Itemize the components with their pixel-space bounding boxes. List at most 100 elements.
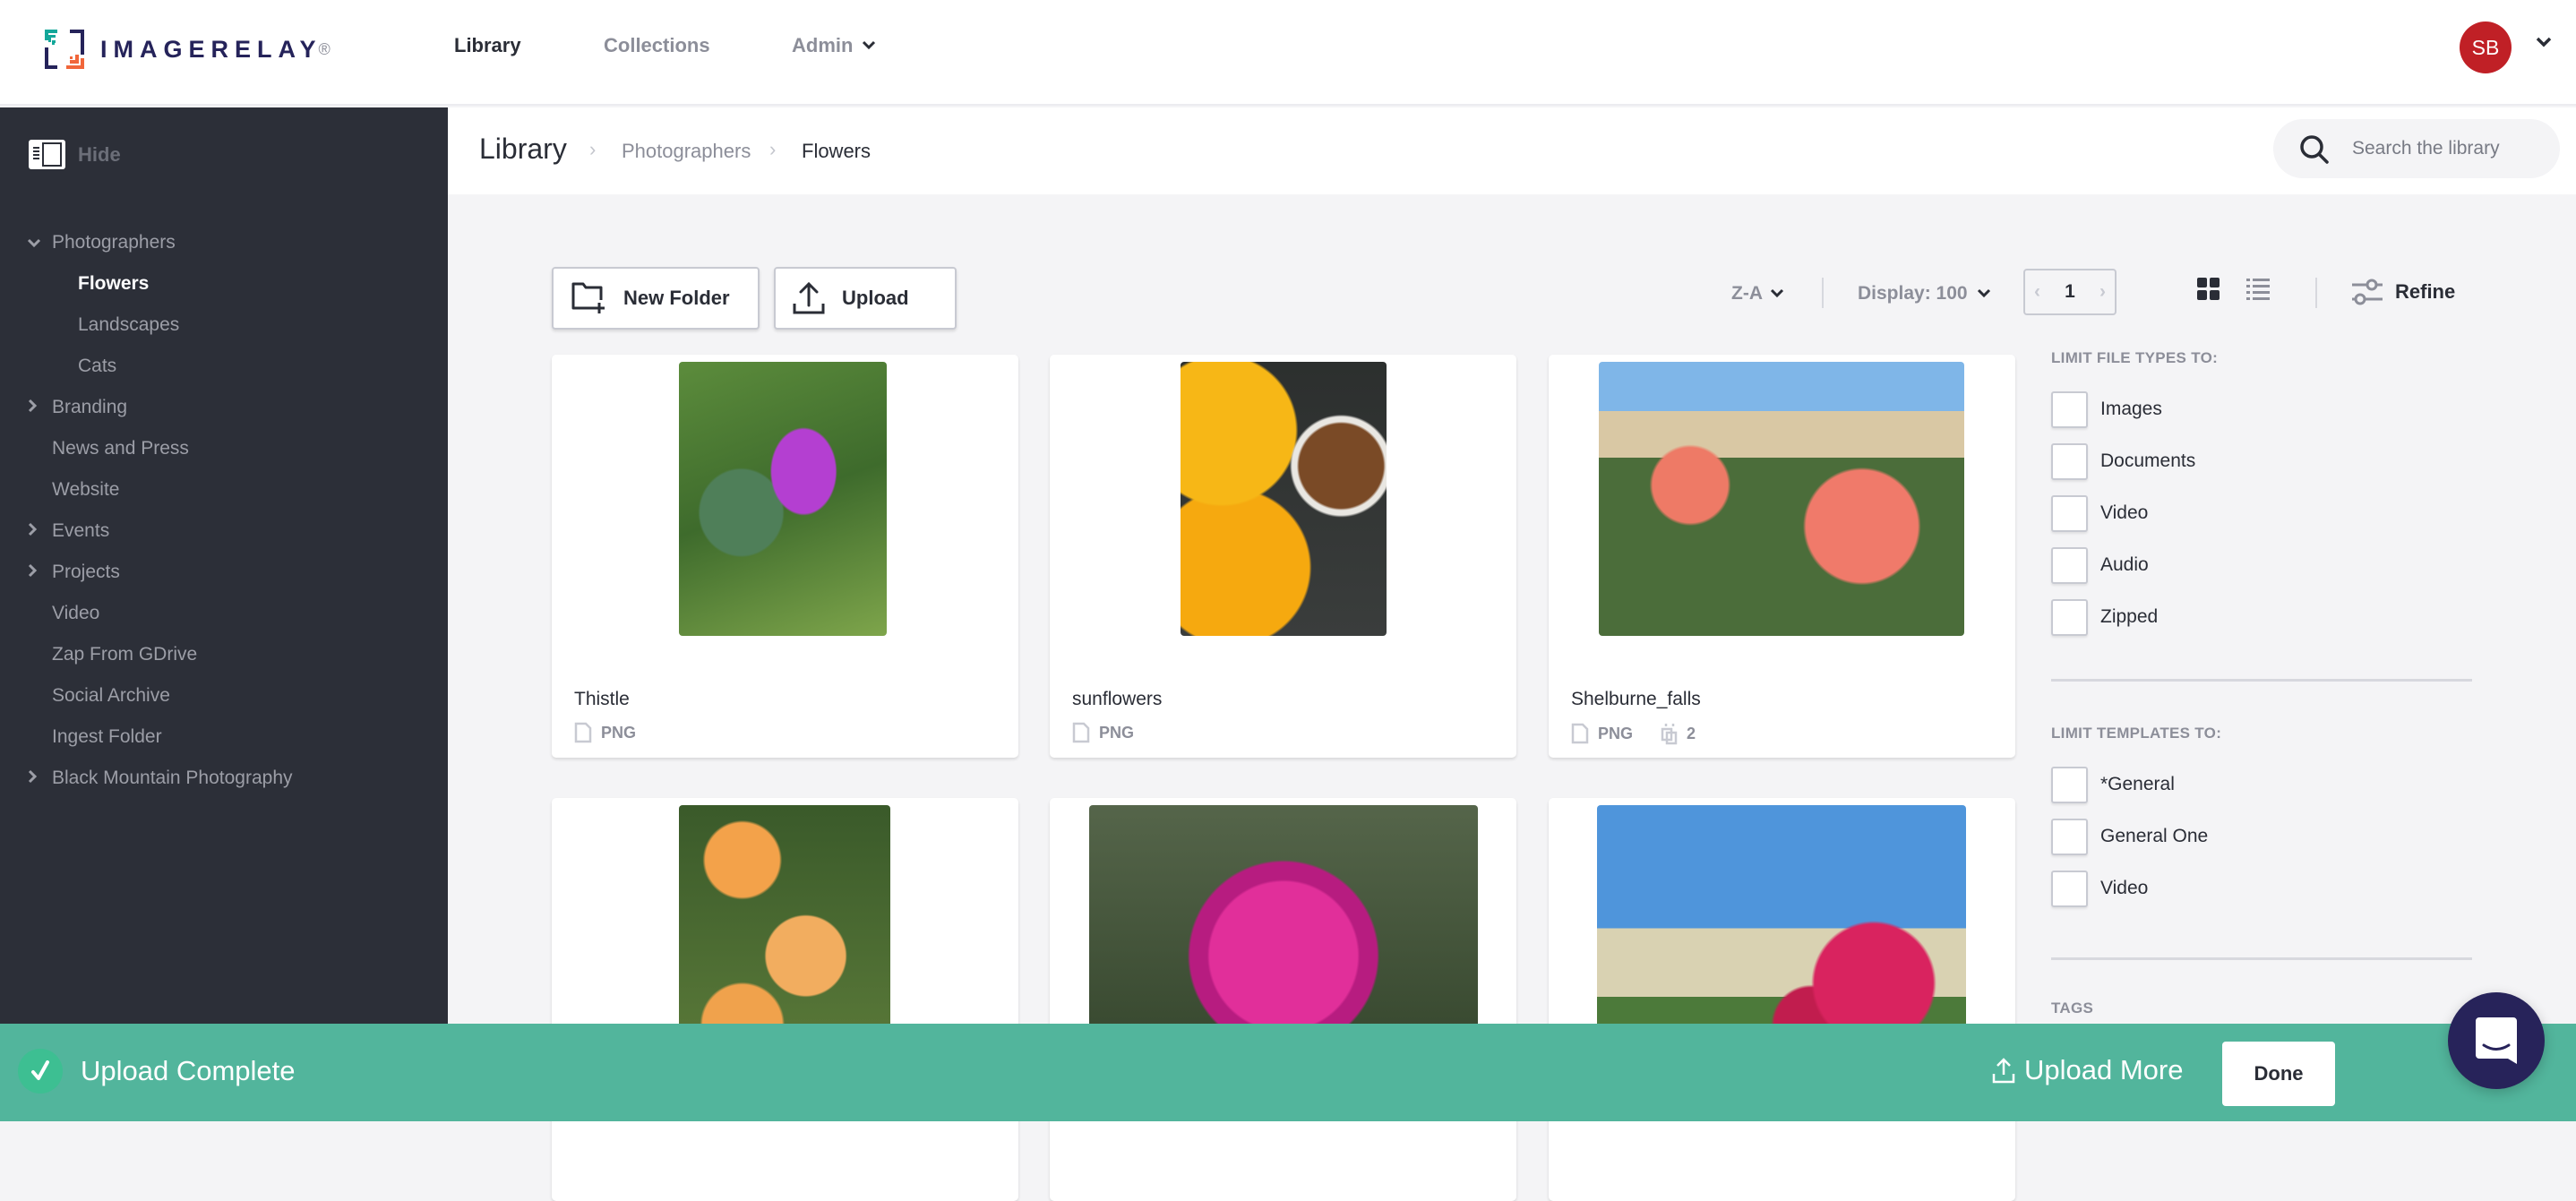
sidebar-item-video[interactable]: Video (0, 593, 448, 634)
sidebar-item-black-mountain-photography[interactable]: Black Mountain Photography (0, 758, 448, 799)
version-count: 2 (1687, 724, 1696, 742)
breadcrumb-root[interactable]: Library (479, 133, 567, 166)
refine-button[interactable]: Refine (2350, 277, 2455, 307)
sidebar-item-news-and-press[interactable]: News and Press (0, 428, 448, 469)
asset-card[interactable]: sunflowers PNG (1050, 355, 1516, 758)
checkbox[interactable] (2051, 598, 2088, 636)
filter-option-video[interactable]: Video (2051, 862, 2472, 914)
toolbar-divider (2315, 278, 2317, 308)
tags-heading: TAGS (2051, 999, 2094, 1017)
brand-name: IMAGERELAY (100, 35, 322, 63)
file-type-label: PNG (601, 723, 637, 742)
asset-card[interactable] (1549, 798, 2015, 1201)
new-folder-label: New Folder (623, 287, 730, 309)
imagerelay-logo[interactable]: IMAGERELAY ® (43, 27, 331, 72)
chevron-down-icon[interactable] (27, 222, 45, 263)
nav-library-label: Library (454, 34, 521, 56)
done-label: Done (2254, 1062, 2304, 1085)
chat-launcher-button[interactable] (2448, 992, 2545, 1089)
sidebar-item-label: Ingest Folder (52, 726, 162, 747)
sidebar-item-flowers[interactable]: Flowers (0, 263, 448, 305)
filter-divider (2051, 679, 2472, 682)
filter-option-zipped[interactable]: Zipped (2051, 591, 2472, 643)
sort-dropdown[interactable]: Z-A (1731, 283, 1784, 305)
upload-more-button[interactable]: Upload More (1992, 1054, 2183, 1086)
checkbox[interactable] (2051, 390, 2088, 428)
chevron-right-icon[interactable] (27, 758, 45, 799)
asset-card[interactable]: Shelburne_falls PNG 2 (1549, 355, 2015, 758)
user-menu-chevron-icon[interactable] (2535, 36, 2553, 48)
display-count-dropdown[interactable]: Display: 100 (1858, 283, 1991, 305)
display-count-label: Display: 100 (1858, 283, 1968, 304)
library-search[interactable] (2273, 119, 2560, 178)
current-page[interactable]: 1 (2065, 281, 2075, 303)
sidebar-item-zap-from-gdrive[interactable]: Zap From GDrive (0, 634, 448, 675)
filter-option-label: General One (2100, 826, 2209, 846)
breadcrumb-photographers[interactable]: Photographers (622, 140, 751, 163)
search-icon (2300, 135, 2329, 164)
new-folder-button[interactable]: New Folder (552, 267, 760, 330)
checkbox[interactable] (2051, 442, 2088, 480)
asset-thumbnail[interactable] (679, 362, 887, 636)
asset-title[interactable]: Shelburne_falls (1571, 689, 1701, 710)
filter-option-images[interactable]: Images (2051, 383, 2472, 435)
upload-icon (793, 281, 825, 314)
checkbox[interactable] (2051, 546, 2088, 584)
search-input[interactable] (2352, 119, 2549, 178)
asset-title[interactable]: sunflowers (1072, 689, 1162, 710)
sidebar-item-website[interactable]: Website (0, 469, 448, 510)
nav-library[interactable]: Library (454, 34, 521, 57)
sidebar-item-label: Website (52, 479, 120, 500)
nav-admin[interactable]: Admin (792, 34, 876, 57)
sidebar-item-social-archive[interactable]: Social Archive (0, 675, 448, 716)
next-page-icon[interactable]: › (2099, 281, 2106, 303)
versions-indicator[interactable]: 2 (1660, 722, 1696, 745)
filter-option-audio[interactable]: Audio (2051, 539, 2472, 591)
sidebar-item-cats[interactable]: Cats (0, 346, 448, 387)
done-button[interactable]: Done (2222, 1042, 2335, 1106)
sidebar-item-landscapes[interactable]: Landscapes (0, 305, 448, 346)
folder-plus-icon (571, 282, 605, 313)
filter-option--general[interactable]: *General (2051, 759, 2472, 811)
grid-view-icon[interactable] (2197, 278, 2220, 301)
nav-collections[interactable]: Collections (604, 34, 710, 57)
checkbox[interactable] (2051, 870, 2088, 907)
asset-card[interactable] (1050, 798, 1516, 1201)
check-circle-icon (18, 1049, 63, 1094)
sidebar-item-ingest-folder[interactable]: Ingest Folder (0, 716, 448, 758)
nav-collections-label: Collections (604, 34, 710, 56)
upload-button[interactable]: Upload (774, 267, 957, 330)
sidebar-item-photographers[interactable]: Photographers (0, 222, 448, 263)
breadcrumb-flowers: Flowers (802, 140, 872, 162)
sidebar-item-label: Events (52, 520, 110, 541)
filter-option-documents[interactable]: Documents (2051, 435, 2472, 487)
chevron-right-icon[interactable] (27, 552, 45, 593)
chevron-right-icon[interactable] (27, 387, 45, 428)
asset-card[interactable]: Thistle PNG (552, 355, 1018, 758)
breadcrumb-separator-icon: › (589, 138, 597, 160)
asset-thumbnail[interactable] (1599, 362, 1964, 636)
checkbox[interactable] (2051, 494, 2088, 532)
sidebar-item-label: Zap From GDrive (52, 644, 198, 665)
asset-card[interactable] (552, 798, 1018, 1201)
prev-page-icon[interactable]: ‹ (2034, 281, 2040, 303)
filter-option-video[interactable]: Video (2051, 487, 2472, 539)
filter-option-label: Images (2100, 399, 2162, 419)
asset-title[interactable]: Thistle (574, 689, 630, 710)
upload-status-bar: Upload Complete Upload More Done (0, 1024, 2576, 1121)
file-icon (1571, 723, 1589, 744)
hide-sidebar-button[interactable]: Hide (29, 140, 121, 169)
sidebar-item-branding[interactable]: Branding (0, 387, 448, 428)
filter-option-general-one[interactable]: General One (2051, 811, 2472, 862)
checkbox[interactable] (2051, 766, 2088, 803)
filter-divider (2051, 957, 2472, 960)
list-view-icon[interactable] (2246, 278, 2270, 301)
sidebar-item-label: Flowers (78, 273, 150, 294)
chevron-right-icon[interactable] (27, 510, 45, 552)
user-avatar[interactable]: SB (2460, 21, 2512, 73)
sidebar-item-events[interactable]: Events (0, 510, 448, 552)
filter-option-label: Video (2100, 502, 2149, 523)
asset-thumbnail[interactable] (1181, 362, 1387, 636)
checkbox[interactable] (2051, 818, 2088, 855)
sidebar-item-projects[interactable]: Projects (0, 552, 448, 593)
